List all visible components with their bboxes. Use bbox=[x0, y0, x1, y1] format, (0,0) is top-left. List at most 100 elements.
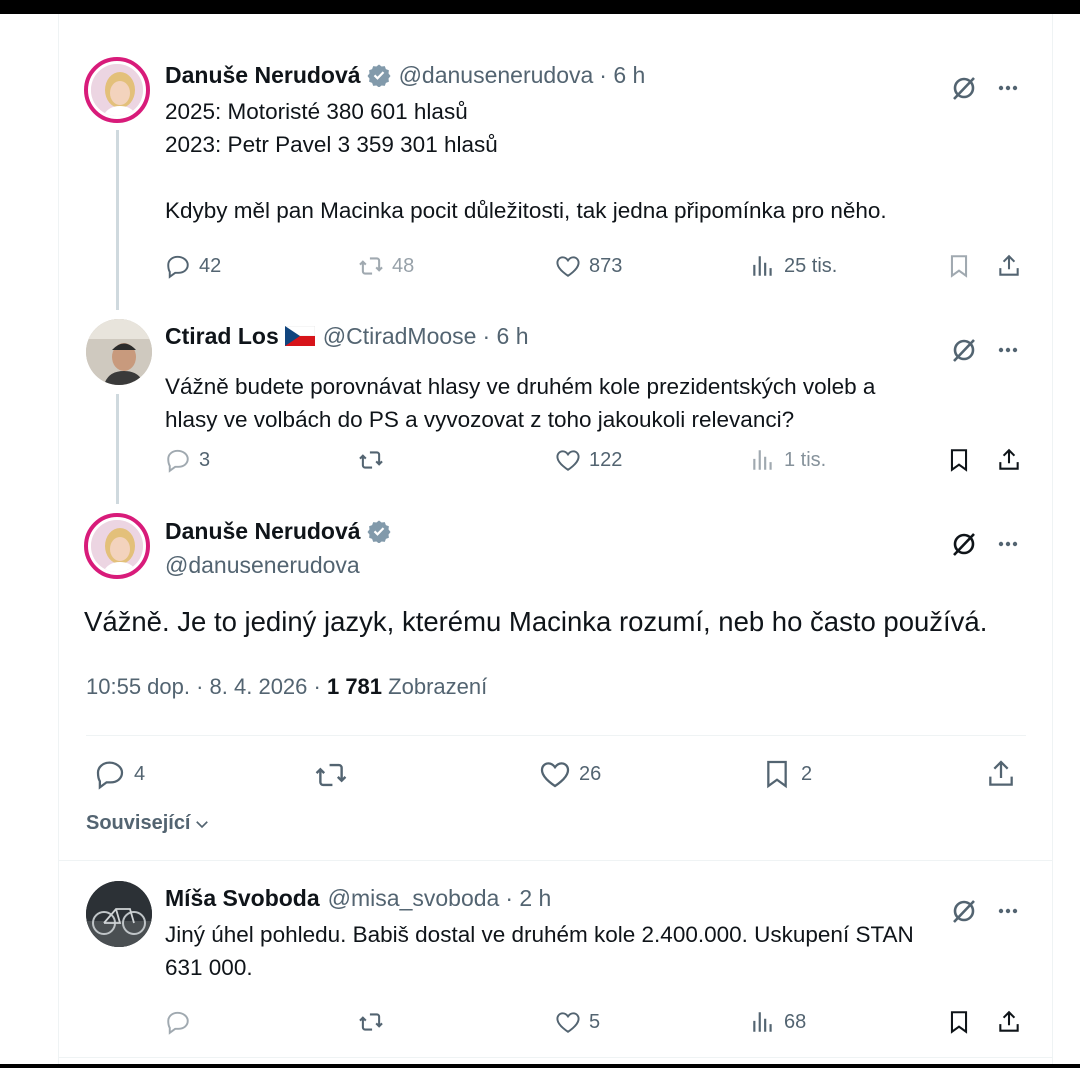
like-button[interactable]: 873 bbox=[555, 253, 622, 279]
thread-connector bbox=[116, 130, 119, 310]
column-border-right bbox=[1052, 14, 1053, 1064]
views-button[interactable]: 68 bbox=[750, 1009, 806, 1035]
post-top-actions bbox=[950, 336, 1020, 364]
repost-button[interactable] bbox=[314, 758, 356, 792]
reply-button[interactable]: 42 bbox=[165, 253, 221, 279]
bookmark-button[interactable] bbox=[946, 253, 980, 279]
author-handle[interactable]: @danusenerudova bbox=[399, 62, 594, 89]
bookmark-button[interactable] bbox=[946, 1009, 980, 1035]
grok-icon[interactable] bbox=[950, 530, 978, 558]
more-options-icon[interactable] bbox=[996, 76, 1020, 100]
repost-icon bbox=[359, 1013, 383, 1031]
author-handle[interactable]: @misa_svoboda bbox=[328, 885, 500, 912]
more-options-icon[interactable] bbox=[996, 899, 1020, 923]
column-border-left bbox=[58, 14, 59, 1064]
post-timestamp[interactable]: 10:55 dop. · 8. 4. 2026 · bbox=[86, 674, 321, 699]
heart-icon bbox=[556, 1012, 580, 1033]
author-name[interactable]: Míša Svoboda bbox=[165, 885, 320, 912]
reply-button[interactable] bbox=[165, 1009, 199, 1035]
author-name[interactable]: Danuše Nerudová bbox=[165, 518, 361, 545]
author-name[interactable]: Danuše Nerudová bbox=[165, 62, 361, 89]
views-count: 25 tis. bbox=[784, 254, 838, 277]
share-button[interactable] bbox=[996, 447, 1030, 473]
reply-button[interactable]: 3 bbox=[165, 447, 210, 473]
like-count: 5 bbox=[589, 1010, 601, 1033]
czech-flag-icon bbox=[284, 326, 315, 346]
grok-icon[interactable] bbox=[950, 74, 978, 102]
author-handle[interactable]: @CtiradMoose bbox=[323, 323, 477, 350]
views-count: 1 tis. bbox=[784, 448, 827, 471]
post-header: Danuše Nerudová bbox=[165, 516, 391, 546]
repost-icon bbox=[359, 257, 383, 275]
like-button[interactable]: 122 bbox=[555, 447, 622, 473]
views-count: 1 781 bbox=[326, 674, 383, 699]
post-header-handle: @danusenerudova bbox=[165, 550, 360, 580]
repost-button[interactable] bbox=[358, 447, 392, 473]
share-icon bbox=[999, 254, 1019, 276]
share-button[interactable] bbox=[996, 253, 1030, 279]
like-count: 26 bbox=[579, 762, 602, 785]
reply-button[interactable]: 4 bbox=[94, 758, 145, 790]
reply-icon bbox=[167, 255, 189, 279]
bookmark-icon bbox=[950, 449, 968, 472]
divider bbox=[86, 735, 1026, 736]
bookmark-button[interactable]: 2 bbox=[761, 758, 812, 790]
more-options-icon[interactable] bbox=[996, 338, 1020, 362]
chevron-down-icon bbox=[195, 820, 208, 828]
reply-count: 4 bbox=[134, 762, 146, 785]
reply-count: 42 bbox=[199, 254, 222, 277]
post-actions: 42 48 873 25 tis. bbox=[0, 250, 1080, 282]
like-button[interactable]: 26 bbox=[539, 758, 601, 790]
share-icon bbox=[989, 760, 1013, 786]
views-button[interactable]: 25 tis. bbox=[750, 253, 837, 279]
related-label: Související bbox=[86, 812, 191, 834]
share-button[interactable] bbox=[985, 758, 1025, 790]
like-count: 873 bbox=[589, 254, 623, 277]
post-time[interactable]: · 2 h bbox=[505, 885, 551, 912]
heart-icon bbox=[556, 256, 580, 277]
views-count: 68 bbox=[784, 1010, 807, 1033]
related-toggle[interactable]: Související bbox=[86, 812, 211, 835]
post-meta: 10:55 dop. · 8. 4. 2026 · 1 781 Zobrazen… bbox=[86, 674, 487, 700]
like-button[interactable]: 5 bbox=[555, 1009, 600, 1035]
share-icon bbox=[999, 448, 1019, 470]
author-handle[interactable]: @danusenerudova bbox=[165, 552, 360, 579]
avatar[interactable] bbox=[84, 57, 150, 123]
post-text: Jiný úhel pohledu. Babiš dostal ve druhé… bbox=[165, 922, 914, 980]
views-button[interactable]: 1 tis. bbox=[750, 447, 826, 473]
author-name[interactable]: Ctirad Los bbox=[165, 323, 279, 350]
main-post-actions: 4 26 2 bbox=[0, 758, 1080, 790]
repost-icon bbox=[315, 763, 347, 787]
post-actions: 5 68 bbox=[0, 1006, 1080, 1038]
reply-icon bbox=[96, 761, 124, 790]
repost-button[interactable]: 48 bbox=[358, 253, 414, 279]
repost-button[interactable] bbox=[358, 1009, 392, 1035]
views-icon bbox=[753, 450, 772, 470]
share-button[interactable] bbox=[996, 1009, 1030, 1035]
share-icon bbox=[999, 1010, 1019, 1032]
verified-badge-icon bbox=[367, 520, 391, 543]
like-count: 122 bbox=[589, 448, 623, 471]
verified-badge-icon bbox=[367, 64, 391, 87]
avatar[interactable] bbox=[86, 319, 152, 385]
repost-count: 48 bbox=[392, 254, 415, 277]
reply-icon bbox=[167, 1011, 189, 1035]
main-post-text: Vážně. Je to jediný jazyk, kterému Macin… bbox=[84, 606, 988, 637]
post-time[interactable]: · 6 h bbox=[599, 62, 645, 89]
more-options-icon[interactable] bbox=[996, 532, 1020, 556]
bookmark-icon bbox=[950, 1011, 968, 1034]
post-time[interactable]: · 6 h bbox=[482, 323, 528, 350]
bookmark-icon bbox=[767, 760, 787, 789]
grok-icon[interactable] bbox=[950, 336, 978, 364]
thread-page: Danuše Nerudová @danusenerudova · 6 h 20… bbox=[0, 14, 1080, 1064]
post-text: 2025: Motoristé 380 601 hlasů 2023: Petr… bbox=[165, 99, 887, 223]
post-top-actions bbox=[950, 897, 1020, 925]
bookmark-count: 2 bbox=[801, 762, 813, 785]
grok-icon[interactable] bbox=[950, 897, 978, 925]
views-icon bbox=[753, 256, 772, 276]
bookmark-button[interactable] bbox=[946, 447, 980, 473]
post-header: Míša Svoboda @misa_svoboda · 2 h bbox=[165, 883, 551, 913]
avatar[interactable] bbox=[84, 513, 150, 579]
post-text: Vážně budete porovnávat hlasy ve druhém … bbox=[165, 374, 876, 432]
avatar[interactable] bbox=[86, 881, 152, 947]
